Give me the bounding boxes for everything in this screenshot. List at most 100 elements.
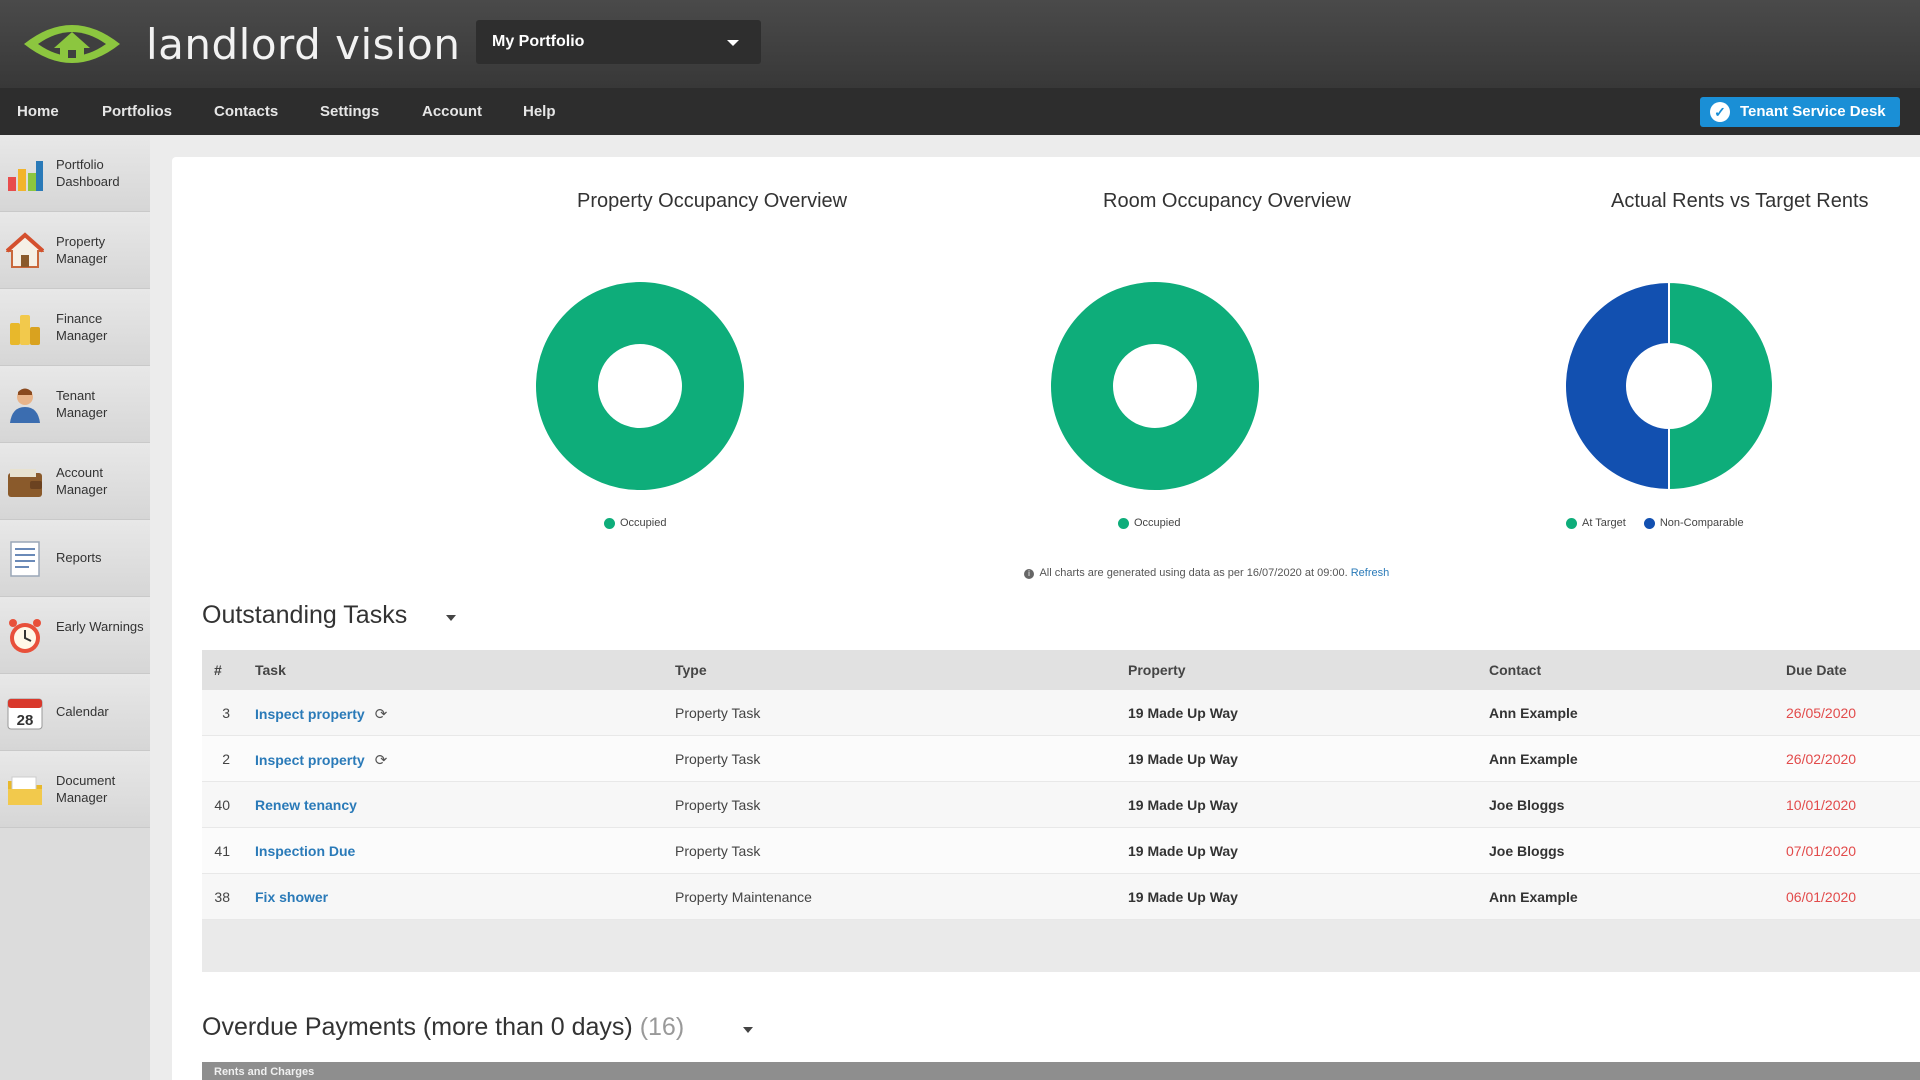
sidebar-item-label: Portfolio Dashboard bbox=[56, 157, 120, 189]
table-row[interactable]: 2 Inspect property ⟳ Property Task 19 Mad… bbox=[202, 736, 1920, 782]
legend-swatch-non-comparable bbox=[1643, 517, 1655, 529]
overdue-bar-label: Rents and Charges bbox=[214, 1066, 315, 1078]
legend-swatch-occupied bbox=[604, 517, 615, 529]
sidebar-item-calendar[interactable]: 28 Calendar bbox=[0, 674, 150, 751]
info-icon: i bbox=[1024, 569, 1034, 579]
legend-property-occupancy: Occupied bbox=[604, 517, 678, 529]
task-contact: Joe Bloggs bbox=[1489, 843, 1565, 859]
sidebar-item-reports[interactable]: Reports bbox=[0, 520, 150, 597]
column-header-contact[interactable]: Contact bbox=[1489, 662, 1541, 678]
overdue-payments-title[interactable]: Overdue Payments (more than 0 days) (16) bbox=[202, 1013, 684, 1042]
legend-swatch-at-target bbox=[1566, 517, 1577, 529]
legend-rents: At Target Non-Comparable bbox=[1566, 517, 1756, 529]
donut-slice-occupied[interactable] bbox=[536, 282, 744, 490]
legend-label: Non-Comparable bbox=[1659, 517, 1744, 529]
column-header-task[interactable]: Task bbox=[255, 662, 286, 678]
column-header-number[interactable]: # bbox=[214, 662, 222, 678]
task-link[interactable]: Fix shower bbox=[255, 889, 328, 905]
sidebar-item-label: Early Warnings bbox=[56, 619, 144, 634]
sidebar-item-label: Tenant Manager bbox=[56, 388, 108, 420]
task-id: 2 bbox=[222, 751, 230, 767]
sidebar-item-finance-manager[interactable]: Finance Manager bbox=[0, 289, 150, 366]
task-type: Property Task bbox=[675, 705, 761, 721]
column-header-type[interactable]: Type bbox=[675, 662, 707, 678]
legend-entry[interactable]: At Target bbox=[1566, 517, 1626, 529]
task-type: Property Task bbox=[675, 751, 761, 767]
property-occupancy-donut[interactable] bbox=[534, 280, 746, 492]
sidebar-item-document-manager[interactable]: Document Manager bbox=[0, 751, 150, 828]
legend-entry[interactable]: Occupied bbox=[604, 517, 666, 529]
table-row[interactable]: 38 Fix shower Property Maintenance 19 Ma… bbox=[202, 874, 1920, 920]
table-footer bbox=[202, 920, 1920, 972]
task-contact: Ann Example bbox=[1489, 751, 1578, 767]
legend-label: Occupied bbox=[1134, 517, 1181, 529]
chart-title-property-occupancy: Property Occupancy Overview bbox=[577, 190, 848, 212]
nav-account[interactable]: Account bbox=[422, 103, 482, 120]
donut-slice-at-target[interactable] bbox=[1668, 280, 1774, 492]
room-occupancy-donut[interactable] bbox=[1049, 280, 1261, 492]
coins-icon bbox=[10, 315, 40, 345]
overdue-payments-table-header: Rents and Charges bbox=[202, 1062, 1920, 1080]
rents-donut[interactable] bbox=[1563, 280, 1775, 492]
legend-room-occupancy: Occupied bbox=[1118, 517, 1192, 529]
sidebar: Portfolio Dashboard Property Manager Fin… bbox=[0, 135, 150, 1080]
column-header-due-date[interactable]: Due Date bbox=[1786, 662, 1847, 678]
donut-slice-occupied[interactable] bbox=[1051, 282, 1259, 490]
check-badge-icon: ✓ bbox=[1710, 102, 1730, 122]
task-name: Inspect property bbox=[255, 752, 365, 768]
task-link[interactable]: Renew tenancy bbox=[255, 797, 357, 813]
portfolio-selector-value: My Portfolio bbox=[492, 33, 585, 50]
table-row[interactable]: 40 Renew tenancy Property Task 19 Made U… bbox=[202, 782, 1920, 828]
house-icon bbox=[6, 232, 44, 268]
main-nav: Home Portfolios Contacts Settings Accoun… bbox=[0, 88, 1920, 135]
person-icon bbox=[10, 388, 40, 423]
table-row[interactable]: 41 Inspection Due Property Task 19 Made … bbox=[202, 828, 1920, 874]
nav-portfolios[interactable]: Portfolios bbox=[102, 103, 172, 120]
tenant-service-desk-button[interactable]: ✓ Tenant Service Desk bbox=[1700, 97, 1900, 127]
sidebar-item-tenant-manager[interactable]: Tenant Manager bbox=[0, 366, 150, 443]
sidebar-item-early-warnings[interactable]: Early Warnings bbox=[0, 597, 150, 674]
legend-label: At Target bbox=[1582, 517, 1626, 529]
outstanding-tasks-table: # Task Type Property Contact Due Date 3 … bbox=[202, 650, 1920, 972]
refresh-link[interactable]: Refresh bbox=[1351, 567, 1390, 579]
task-property: 19 Made Up Way bbox=[1128, 889, 1238, 905]
sidebar-item-label: Property Manager bbox=[56, 234, 108, 266]
task-property: 19 Made Up Way bbox=[1128, 843, 1238, 859]
task-property: 19 Made Up Way bbox=[1128, 705, 1238, 721]
chevron-down-icon[interactable] bbox=[743, 1027, 753, 1033]
outstanding-tasks-title[interactable]: Outstanding Tasks bbox=[202, 601, 407, 630]
nav-settings[interactable]: Settings bbox=[320, 103, 379, 120]
chevron-down-icon[interactable] bbox=[446, 615, 456, 621]
sidebar-item-account-manager[interactable]: Account Manager bbox=[0, 443, 150, 520]
task-due-date: 07/01/2020 bbox=[1786, 843, 1857, 859]
task-id: 41 bbox=[214, 843, 230, 859]
task-type: Property Task bbox=[675, 843, 761, 859]
sidebar-item-portfolio-dashboard[interactable]: Portfolio Dashboard bbox=[0, 135, 150, 212]
task-link[interactable]: Inspect property ⟳ bbox=[255, 751, 387, 769]
sidebar-item-label: Finance Manager bbox=[56, 311, 108, 343]
donut-slice-non-comparable[interactable] bbox=[1564, 280, 1670, 492]
task-due-date: 06/01/2020 bbox=[1786, 889, 1857, 905]
nav-contacts[interactable]: Contacts bbox=[214, 103, 278, 120]
nav-home[interactable]: Home bbox=[17, 103, 59, 120]
task-contact: Ann Example bbox=[1489, 705, 1578, 721]
task-due-date: 26/02/2020 bbox=[1786, 751, 1857, 767]
sidebar-item-label: Document Manager bbox=[56, 773, 116, 805]
brand-name: landlord vision bbox=[146, 20, 461, 69]
task-link[interactable]: Inspection Due bbox=[255, 843, 355, 859]
overdue-payments-count: (16) bbox=[639, 1013, 685, 1041]
landlord-vision-logo-icon[interactable] bbox=[20, 12, 124, 74]
recurring-icon: ⟳ bbox=[374, 706, 388, 723]
task-contact: Joe Bloggs bbox=[1489, 797, 1565, 813]
portfolio-selector[interactable]: My Portfolio bbox=[476, 20, 761, 64]
sidebar-item-label: Calendar bbox=[56, 704, 109, 719]
column-header-property[interactable]: Property bbox=[1128, 662, 1186, 678]
legend-entry[interactable]: Occupied bbox=[1118, 517, 1180, 529]
legend-entry[interactable]: Non-Comparable bbox=[1643, 517, 1744, 529]
sidebar-item-property-manager[interactable]: Property Manager bbox=[0, 212, 150, 289]
chart-title-rents: Actual Rents vs Target Rents bbox=[1611, 190, 1869, 212]
nav-help[interactable]: Help bbox=[523, 103, 556, 120]
task-link[interactable]: Inspect property ⟳ bbox=[255, 705, 387, 723]
table-row[interactable]: 3 Inspect property ⟳ Property Task 19 Mad… bbox=[202, 690, 1920, 736]
alarm-clock-icon bbox=[9, 619, 41, 653]
